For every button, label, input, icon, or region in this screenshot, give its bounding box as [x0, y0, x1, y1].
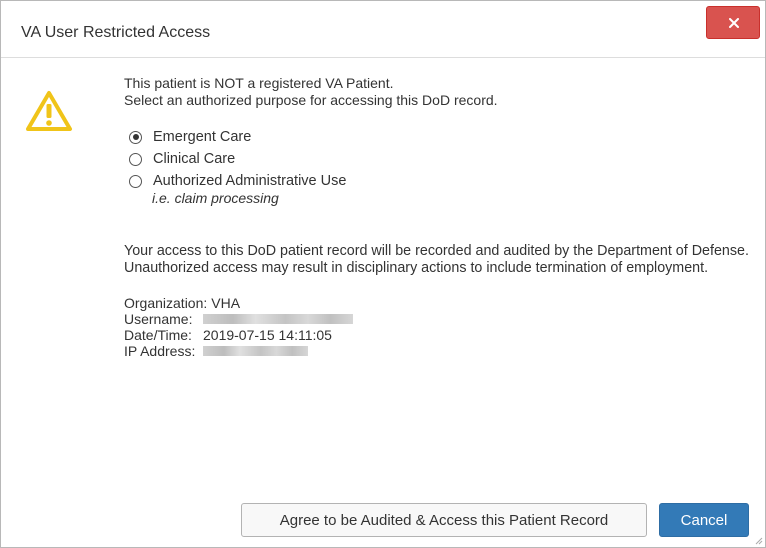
purpose-label: Authorized Administrative Use — [153, 172, 347, 189]
radio-authorized-admin-use[interactable] — [129, 174, 142, 188]
session-info: Organization: VHA Username: Date/Time: 2… — [124, 295, 754, 359]
close-button[interactable] — [706, 6, 760, 39]
select-purpose-instruction: Select an authorized purpose for accessi… — [124, 92, 498, 108]
purpose-radio-group: Emergent Care Clinical Care Authorized A… — [129, 126, 754, 207]
not-registered-message: This patient is NOT a registered VA Pati… — [124, 75, 394, 91]
purpose-hint: i.e. claim processing — [152, 190, 279, 206]
radio-clinical-care[interactable] — [129, 152, 142, 166]
audit-notice: Your access to this DoD patient record w… — [124, 243, 749, 276]
datetime-label: Date/Time: — [124, 327, 192, 343]
agree-access-button[interactable]: Agree to be Audited & Access this Patien… — [241, 503, 647, 537]
close-icon — [729, 18, 739, 28]
dialog-content: This patient is NOT a registered VA Pati… — [124, 75, 754, 359]
purpose-option-emergent-care[interactable]: Emergent Care — [129, 126, 754, 148]
username-label: Username: — [124, 311, 193, 327]
datetime-row: Date/Time: 2019-07-15 14:11:05 — [124, 327, 754, 343]
cancel-button[interactable]: Cancel — [659, 503, 749, 537]
organization-row: Organization: VHA — [124, 295, 754, 311]
ip-address-row: IP Address: — [124, 343, 754, 359]
organization-label: Organization: — [124, 295, 208, 311]
warning-triangle-icon — [26, 91, 72, 131]
username-redacted — [203, 314, 353, 324]
purpose-label: Emergent Care — [153, 128, 252, 145]
organization-value: VHA — [211, 295, 241, 311]
purpose-label: Clinical Care — [153, 150, 236, 167]
ip-address-redacted — [203, 346, 308, 356]
ip-address-label: IP Address: — [124, 343, 196, 359]
datetime-value: 2019-07-15 14:11:05 — [203, 327, 332, 343]
radio-emergent-care[interactable] — [129, 130, 142, 144]
purpose-option-authorized-admin-use[interactable]: Authorized Administrative Use — [129, 170, 754, 192]
titlebar-divider — [1, 57, 765, 58]
resize-grip-icon[interactable] — [753, 535, 763, 545]
purpose-option-clinical-care[interactable]: Clinical Care — [129, 148, 754, 170]
restricted-access-dialog: VA User Restricted Access This patient i… — [0, 0, 766, 548]
username-row: Username: — [124, 311, 754, 327]
dialog-title: VA User Restricted Access — [21, 24, 211, 41]
dialog-titlebar: VA User Restricted Access — [1, 1, 765, 57]
